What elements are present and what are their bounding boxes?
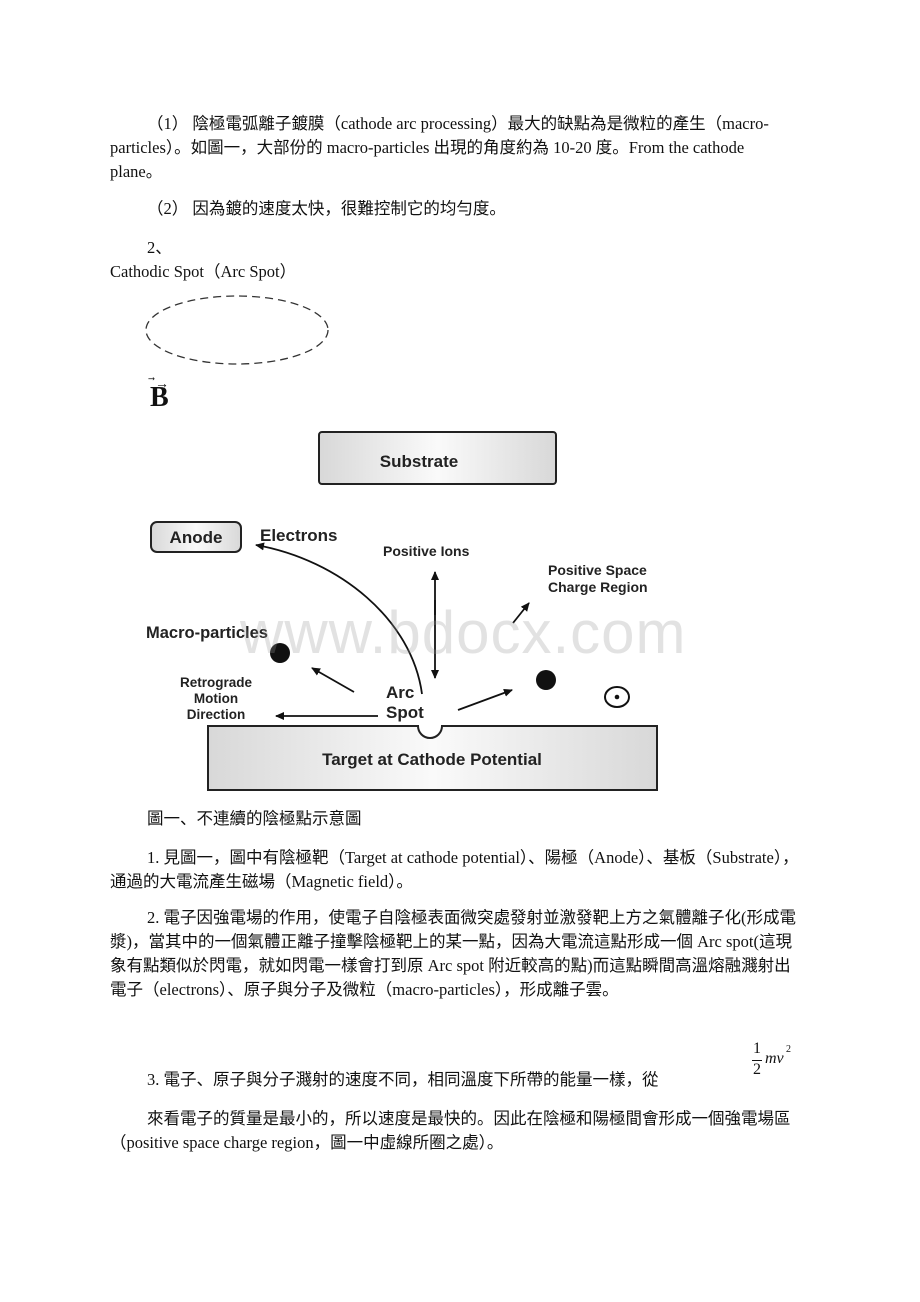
vector-arrow-icon: ⃗→ xyxy=(155,377,169,392)
substrate-label: Substrate xyxy=(380,452,458,471)
anode-box: Anode xyxy=(150,521,242,553)
formula-mv: mv xyxy=(765,1050,784,1067)
macro-particles-label: Macro-particles xyxy=(146,624,268,642)
electron-arrow xyxy=(255,542,423,695)
target-box: Target at Cathode Potential xyxy=(207,725,658,791)
target-label: Target at Cathode Potential xyxy=(322,750,542,769)
paragraph-item-3: 3. 電子、原子與分子濺射的速度不同，相同溫度下所帶的能量一樣，從 xyxy=(147,1070,659,1089)
arc-spot-label-1: Arc xyxy=(386,683,414,702)
space-charge-label-1: Positive Space xyxy=(548,562,647,578)
macro-particle-arrow-left xyxy=(311,667,355,693)
substrate-box: Substrate xyxy=(318,431,557,485)
retrograde-label-3: Direction xyxy=(187,707,246,722)
figure-caption: 圖一、不連續的陰極點示意圖 xyxy=(147,809,362,828)
positive-ions-label: Positive Ions xyxy=(383,543,470,559)
retrograde-label-2: Motion xyxy=(194,691,238,706)
space-charge-arrow xyxy=(512,602,530,624)
macro-particle-right xyxy=(536,670,556,690)
magnetic-field-vector: ⃗→ B xyxy=(150,377,169,414)
anode-label: Anode xyxy=(170,528,223,547)
dashed-ellipse xyxy=(145,295,329,365)
arc-spot-label-2: Spot xyxy=(386,703,424,722)
paragraph-item-2: 2. 電子因強電場的作用，使電子自陰極表面微突處發射並激發靶上方之氣體離子化(形… xyxy=(110,908,796,999)
formula-exponent: 2 xyxy=(786,1044,791,1055)
formula-denominator: 2 xyxy=(753,1061,761,1078)
space-charge-label-2: Charge Region xyxy=(548,579,648,595)
electrons-label: Electrons xyxy=(260,526,337,545)
magnetic-field-out-icon xyxy=(604,686,630,708)
macro-particle-left xyxy=(270,643,290,663)
formula-numerator: 1 xyxy=(753,1040,761,1057)
cathode-spot-diagram: Substrate Anode Electrons Positive Ions … xyxy=(145,295,658,791)
paragraph-item-1: 1. 見圖一，圖中有陰極靶（Target at cathode potentia… xyxy=(110,848,799,891)
macro-particle-arrow-right xyxy=(457,689,513,711)
paragraph-item-3-continued: 來看電子的質量是最小的，所以速度是最快的。因此在陰極和陽極間會形成一個強電場區（… xyxy=(110,1109,791,1152)
retrograde-label-1: Retrograde xyxy=(180,675,253,690)
